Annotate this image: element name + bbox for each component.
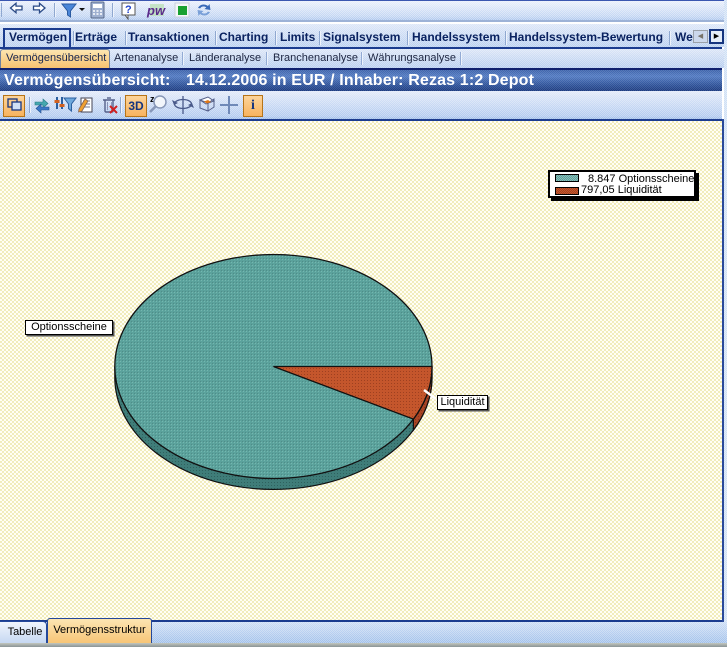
svg-text:pw: pw — [146, 3, 166, 18]
svg-text:?: ? — [125, 4, 132, 16]
